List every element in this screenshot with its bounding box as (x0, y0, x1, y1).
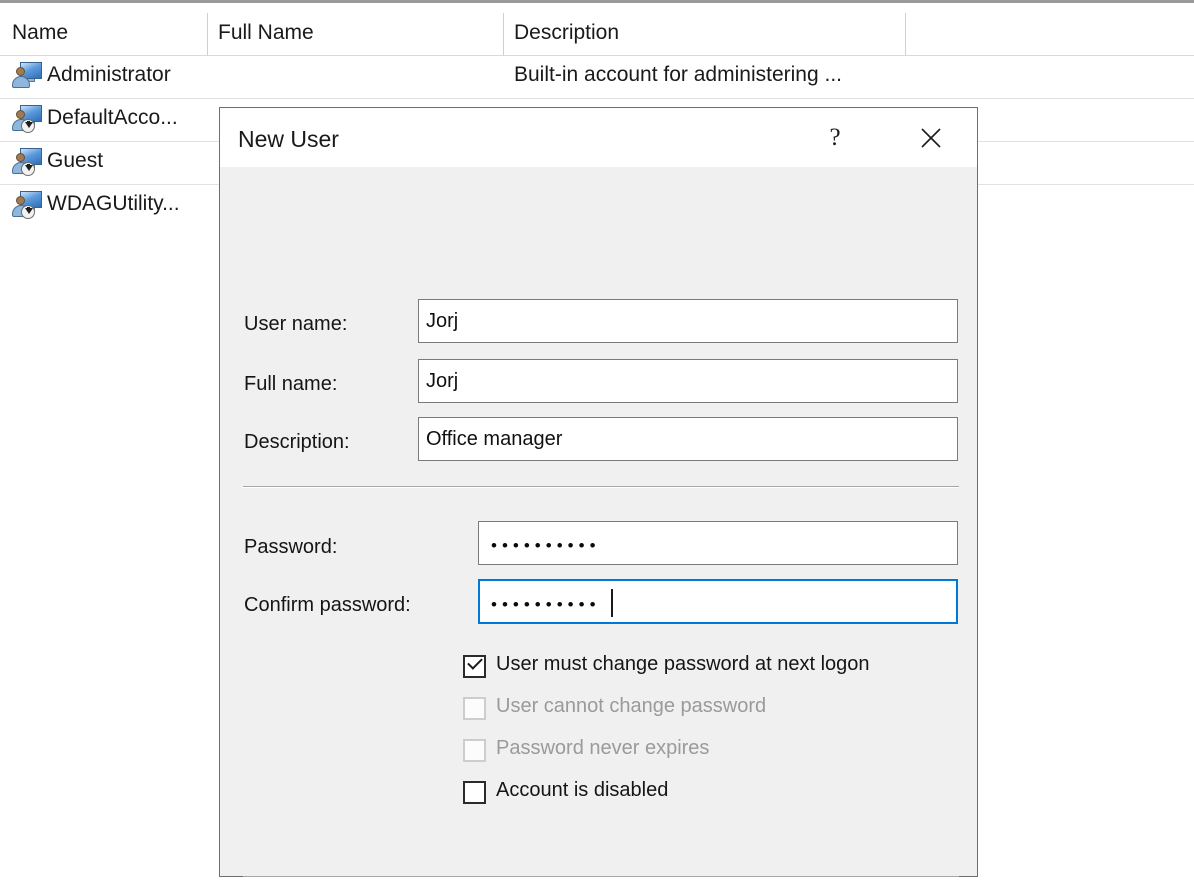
checkbox-box (463, 739, 486, 762)
password-masked-value: •••••••••• (491, 536, 601, 555)
check-icon (467, 654, 483, 670)
text-caret (611, 589, 613, 617)
list-column-headers: Name Full Name Description (0, 3, 1194, 56)
description-input[interactable] (418, 417, 958, 461)
dialog-title-bar[interactable]: New User ? (220, 108, 977, 167)
checkbox-label: User must change password at next logon (496, 653, 870, 675)
checkbox-box (463, 697, 486, 720)
checkbox-box[interactable] (463, 781, 486, 804)
column-divider-3[interactable] (905, 13, 906, 55)
close-icon[interactable] (904, 108, 958, 167)
column-divider-1[interactable] (207, 13, 208, 55)
full-name-input[interactable] (418, 359, 958, 403)
row-description: Built-in account for administering ... (514, 63, 842, 86)
table-row[interactable]: Administrator Built-in account for admin… (0, 56, 1194, 98)
row-name: WDAGUtility... (47, 192, 180, 215)
checkbox-label: Account is disabled (496, 779, 669, 801)
column-header-name[interactable]: Name (12, 21, 68, 45)
confirm-password-input[interactable]: •••••••••• (478, 579, 958, 624)
password-label: Password: (244, 536, 338, 558)
user-name-label: User name: (244, 313, 348, 335)
row-name: Guest (47, 149, 104, 172)
row-name: DefaultAcco... (47, 106, 178, 129)
password-input[interactable]: •••••••••• (478, 521, 958, 565)
confirm-password-label: Confirm password: (244, 594, 411, 616)
user-account-disabled-icon (12, 190, 42, 220)
column-header-description[interactable]: Description (514, 21, 619, 45)
checkbox-label: Password never expires (496, 737, 710, 759)
user-name-input[interactable] (418, 299, 958, 343)
dialog-title: New User (238, 126, 339, 152)
row-name: Administrator (47, 63, 171, 86)
user-account-disabled-icon (12, 104, 42, 134)
confirm-password-masked-value: •••••••••• (491, 595, 601, 614)
screen: Name Full Name Description Administrator… (0, 0, 1194, 886)
section-divider-bottom-highlight (243, 877, 959, 878)
column-divider-2[interactable] (503, 13, 504, 55)
user-account-disabled-icon (12, 147, 42, 177)
dialog-body: User name: Full name: Description: Passw… (220, 167, 977, 878)
help-button[interactable]: ? (808, 108, 862, 167)
user-account-icon (12, 61, 42, 91)
checkbox-box[interactable] (463, 654, 486, 678)
column-header-full-name[interactable]: Full Name (218, 21, 314, 45)
full-name-label: Full name: (244, 373, 338, 395)
section-divider-top-highlight (243, 487, 959, 488)
checkbox-label: User cannot change password (496, 695, 767, 717)
new-user-dialog: New User ? User name: Full name: Descrip… (219, 107, 978, 878)
description-label: Description: (244, 431, 350, 453)
